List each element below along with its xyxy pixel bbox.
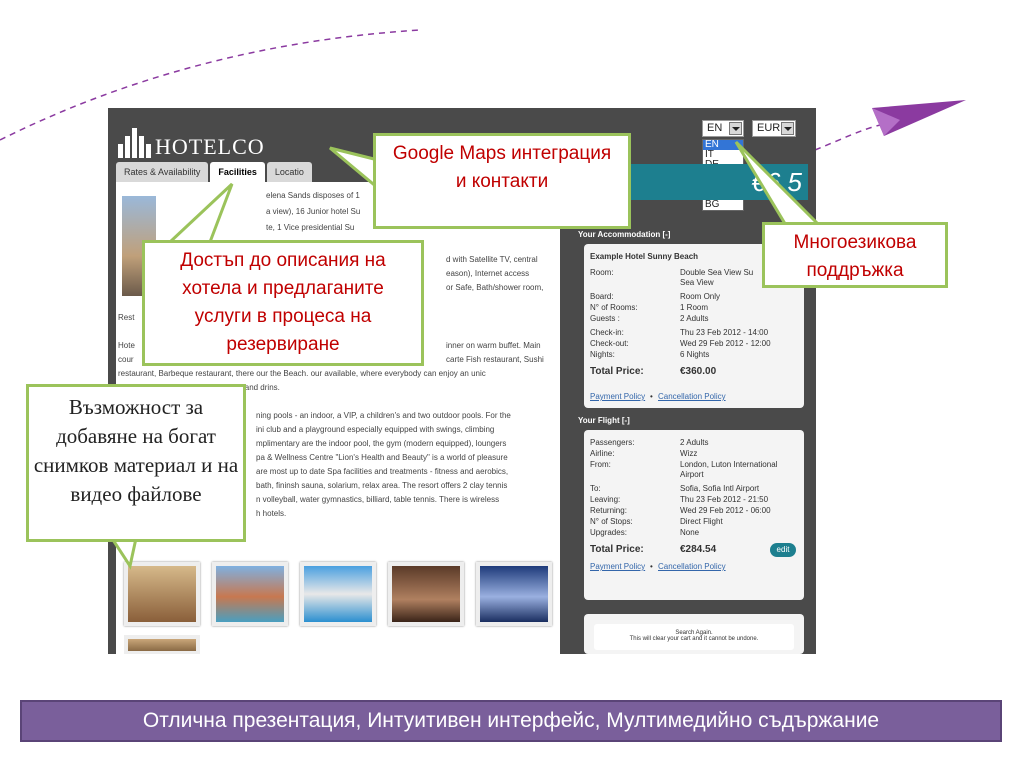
footer-banner: Отлична презентация, Интуитивен интерфей… [20, 700, 1002, 742]
callout-tail [166, 182, 234, 244]
footer-text: Отлична презентация, Интуитивен интерфей… [142, 709, 880, 732]
callout-tail [734, 140, 830, 234]
slide: HOTELCO EN EUR EN IT DE ES FR RU BG Rate… [0, 0, 1024, 768]
callout-media: Възможност за добавяне на богат снимков … [26, 384, 246, 542]
callout-tail [329, 146, 380, 192]
callout-access-description: Достъп до описания на хотела и предлаган… [142, 240, 424, 366]
callout-google-maps: Google Maps интеграция и контакти [373, 133, 631, 229]
callout-multilanguage: Многоезикова поддръжка [762, 222, 948, 288]
